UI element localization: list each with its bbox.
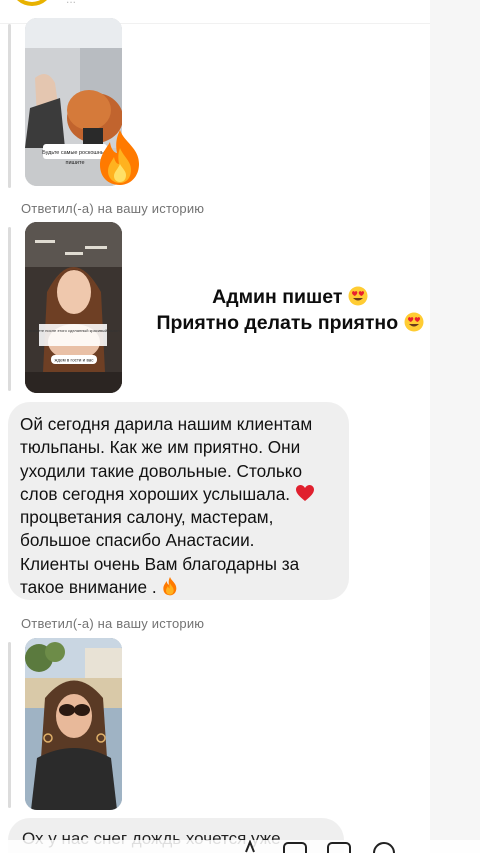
fire-emoji-icon (163, 577, 177, 596)
fire-emoji-icon (100, 130, 139, 185)
side-margin (430, 0, 480, 853)
message-bubble[interactable]: Ой сегодня дарила нашим клиентам тюльпан… (8, 402, 349, 600)
gallery-icon (283, 842, 307, 853)
top-partial-text: ... (66, 0, 76, 6)
heart-eyes-emoji-icon (348, 286, 368, 306)
sticker-icon (327, 842, 351, 853)
dm-thread: ... Будьте самые роскошные пишите Ответи… (0, 0, 480, 853)
message-line: Клиенты очень Вам благодарны за (20, 553, 300, 574)
composer-bar-partial (0, 840, 480, 853)
camera-icon (373, 842, 395, 853)
story-reply-indicator (8, 24, 11, 188)
message-line: такое внимание . (20, 576, 337, 599)
story-1-caption-2: пишите (65, 160, 84, 166)
story-reply-indicator (8, 642, 11, 808)
heart-eyes-emoji-icon (404, 312, 424, 332)
story-thumbnail-3[interactable] (25, 638, 122, 810)
message-line: тюльпаны. Как же им приятно. Они (20, 437, 301, 458)
overlay-caption: Админ пишет Приятно делать приятно (100, 284, 480, 336)
overlay-line-2: Приятно делать приятно (100, 310, 480, 336)
mic-icon (245, 840, 255, 853)
story-reply-label: Ответил(-а) на вашу историю (21, 201, 205, 216)
story-reply-indicator (8, 227, 11, 391)
message-line: Ой сегодня дарила нашим клиентам (20, 414, 313, 434)
message-line: большое спасибо Анастасии. (20, 530, 255, 551)
story-reply-label: Ответил(-а) на вашу историю (21, 616, 205, 631)
message-line: процветания салону, мастерам, (20, 507, 274, 528)
partial-avatar[interactable] (12, 0, 52, 6)
heart-emoji-icon (295, 484, 314, 501)
story-2-chip: ждем в гости и вас (54, 358, 94, 363)
story-3-image (25, 638, 122, 810)
overlay-line-1: Админ пишет (100, 284, 480, 310)
message-line: уходили такие довольные. Столько (20, 460, 303, 481)
composer-icons (245, 840, 395, 853)
message-line: слов сегодня хороших услышала. (20, 483, 337, 506)
